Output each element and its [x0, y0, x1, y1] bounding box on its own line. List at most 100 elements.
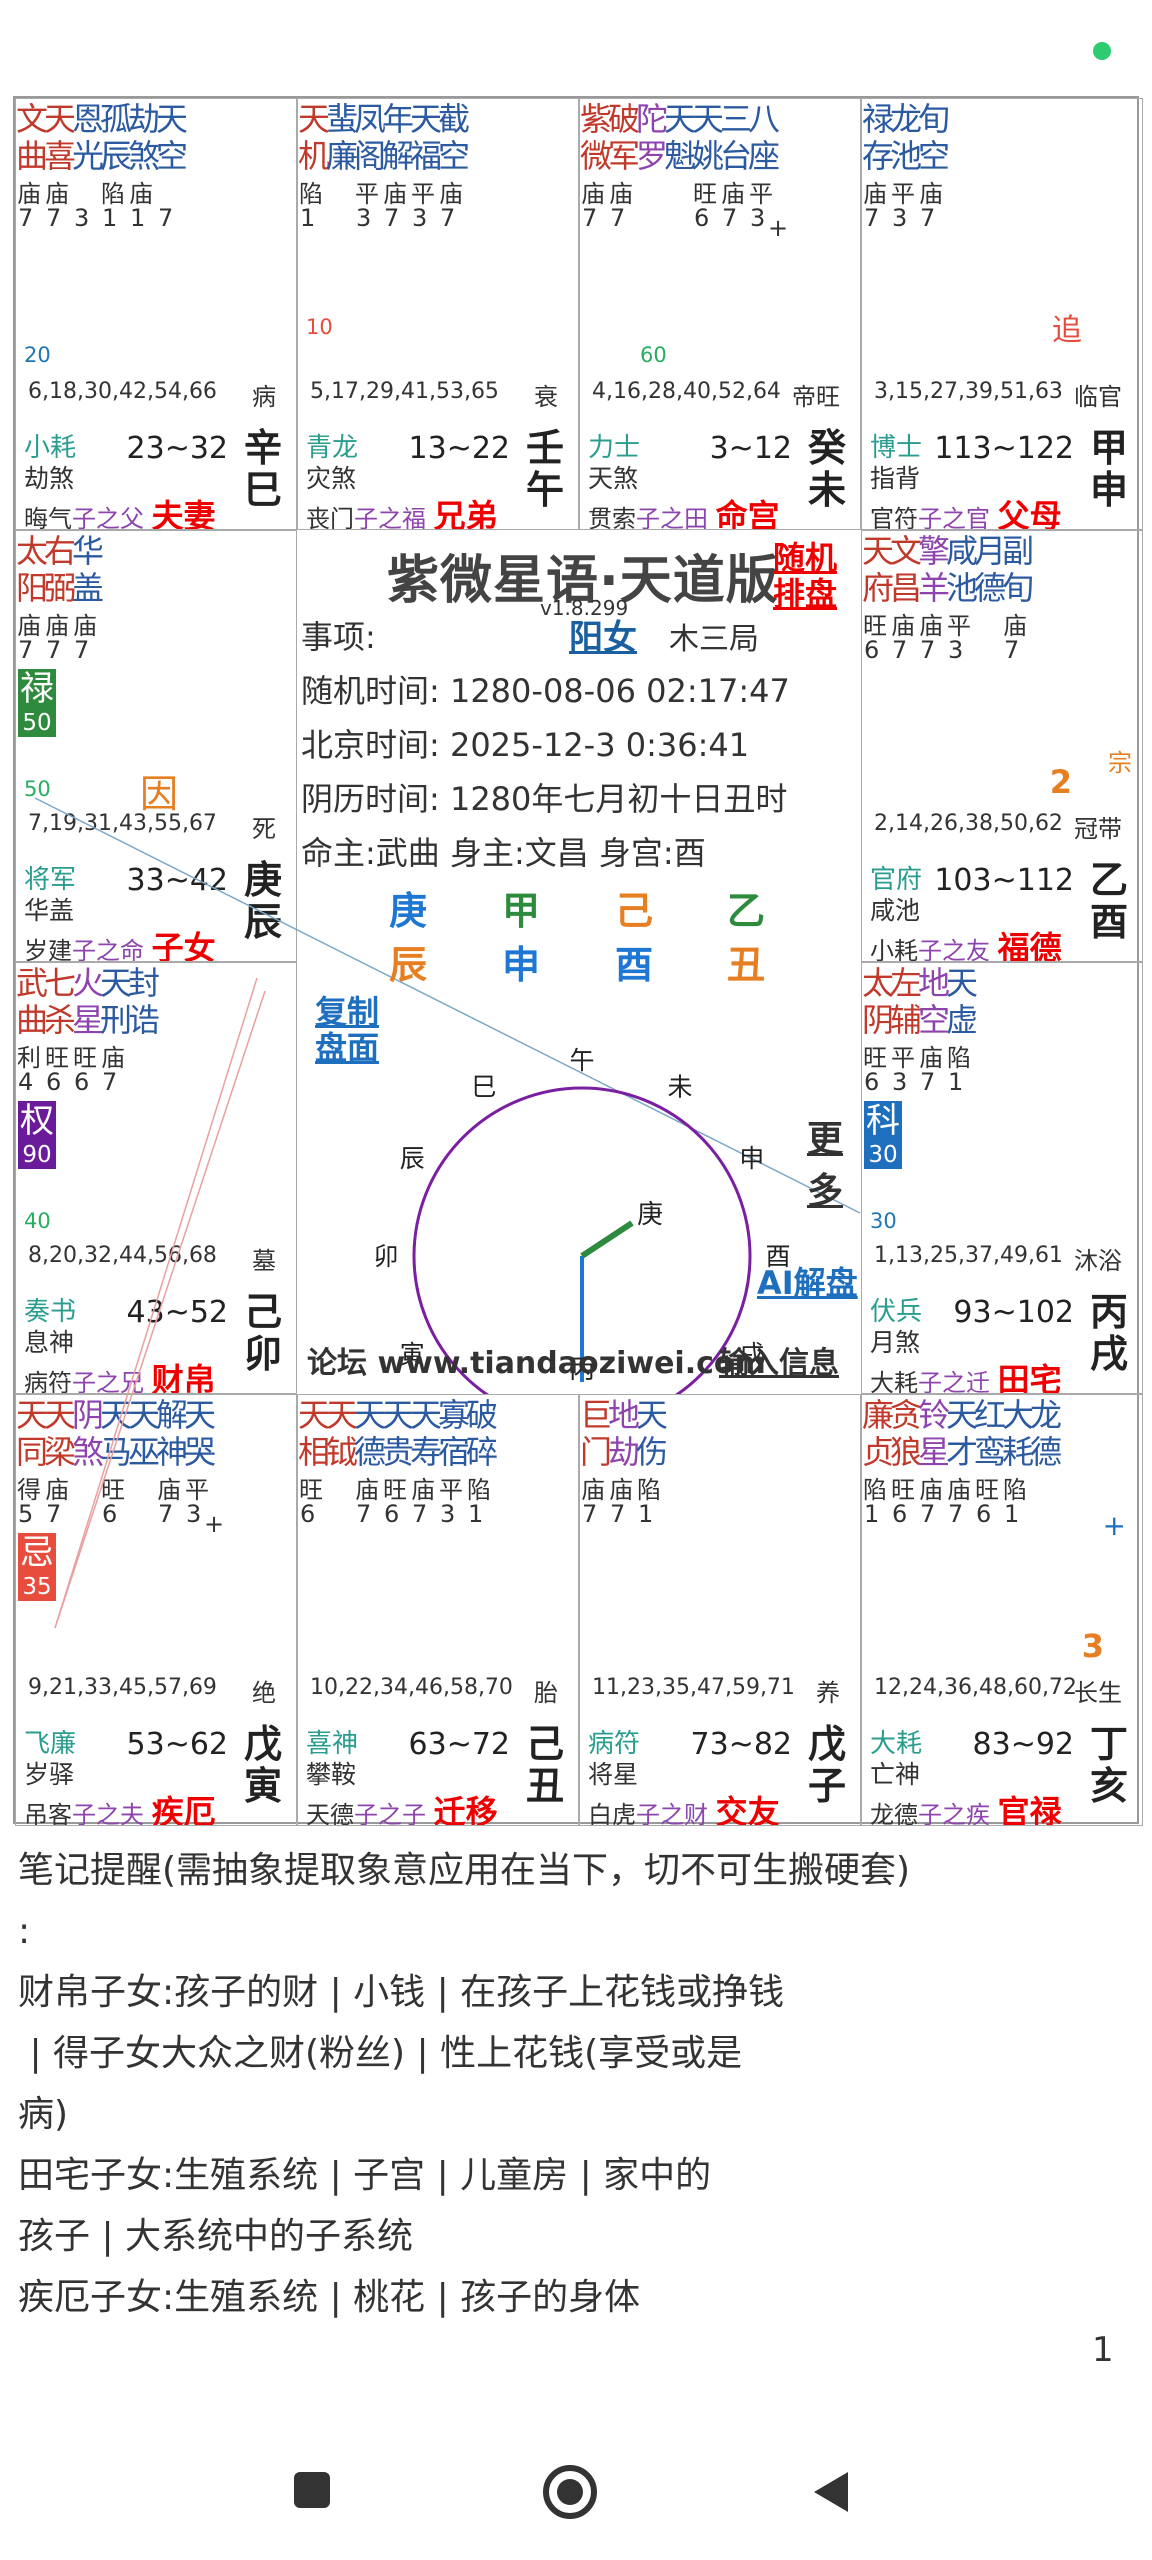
plus-mark: +	[768, 214, 789, 242]
plus-mark: +	[1102, 1509, 1126, 1542]
palace-cell[interactable]: 天府旺 6 文昌庙 7 擎羊庙 7 咸池平 3 月德副旬庙 7 宗 2 2,14,26,38,50,62…	[861, 530, 1143, 962]
star-name: 孤辰	[100, 100, 133, 175]
sub-star: 月煞	[870, 1328, 921, 1357]
year-list: 10,22,34,46,58,70	[310, 1675, 513, 1700]
stem-branch: 甲申	[1089, 426, 1128, 512]
stem-branch: 己丑	[525, 1722, 564, 1808]
palace-cell[interactable]: 文曲庙 7 天喜庙 7 恩光 3 孤辰陷 1 劫煞庙 1 天空 7 20 6,18,30,42,54,66…	[15, 98, 297, 530]
back-button[interactable]	[810, 2470, 850, 2514]
star-name: 天钺	[326, 1396, 359, 1471]
clock-hand-label: 庚	[637, 1200, 663, 1230]
star-name: 天巫	[128, 1396, 161, 1471]
life-stage: 沐浴	[1074, 1247, 1122, 1275]
star-name: 红鸾	[974, 1396, 1007, 1471]
star-name: 右弼	[44, 532, 77, 607]
life-stage: 养	[816, 1679, 840, 1707]
note-line: :	[18, 1911, 31, 1952]
year-list: 3,15,27,39,51,63	[874, 379, 1063, 404]
star-level: 1	[300, 204, 316, 232]
age-range: 113~122	[934, 431, 1074, 466]
star-name: 劫煞	[128, 100, 161, 175]
palace-info: 官符子之官 父母	[870, 497, 1062, 530]
year-list: 6,18,30,42,54,66	[28, 379, 217, 404]
age-range: 63~72	[408, 1727, 510, 1762]
palace-info: 吊客子之夫 疾厄	[24, 1793, 216, 1826]
star-name: 七杀	[44, 964, 77, 1039]
plus-mark: +	[204, 1510, 225, 1538]
star-level: 1	[1004, 1500, 1020, 1528]
palace-info: 天德子之子 迁移	[306, 1793, 498, 1826]
recents-button[interactable]	[292, 2470, 332, 2510]
star-level: 1	[864, 1500, 880, 1528]
life-stage: 帝旺	[792, 383, 840, 411]
star-level: 1	[948, 1068, 964, 1096]
star-name: 封诰	[128, 964, 161, 1039]
age-marker: 30	[870, 1209, 897, 1233]
star-level: 7	[384, 204, 400, 232]
stem-branch: 丙戌	[1089, 1290, 1128, 1376]
star-name: 龙池	[890, 100, 923, 175]
palace-cell[interactable]: 太阳庙 7 右弼庙 7 华盖庙 7 禄 50 50 因 7,19,31,43,55,67 死将军 33~…	[15, 530, 297, 962]
star-name: 擎羊	[918, 532, 951, 607]
star-name: 武曲	[16, 964, 49, 1039]
star-level: 7	[722, 204, 738, 232]
ai-interpret-button[interactable]: AI解盘	[757, 1258, 858, 1304]
palace-cell[interactable]: 禄存庙 7 龙池平 3 旬空庙 7 追 3,15,27,39,51,63 临官 博士 113~122…	[861, 98, 1143, 530]
star-level: 7	[610, 1500, 626, 1528]
star-level: 6	[300, 1500, 316, 1528]
star-name: 天福	[410, 100, 443, 175]
palace-cell[interactable]: 太阴旺 6 左辅平 3 地空庙 7 天虚陷 1 科 30 30 1,13,25,37,49,61 沐浴伏…	[861, 962, 1143, 1394]
palace-cell[interactable]: 天相旺 6 天钺天德庙 7 天贵旺 6 天寿庙 7 寡宿平 3 破碎陷 1 10,22,34,46,58…	[297, 1394, 579, 1826]
notes-panel: 笔记提醒(需抽象提取象意应用在当下，切不可生搬硬套): 财帛子女:孩子的财 | 小…	[18, 1840, 1128, 2328]
clock-branch-label: 卯	[373, 1242, 398, 1271]
forum-link[interactable]: 论坛 www.tiandaoziwei.com	[307, 1338, 766, 1382]
palace-cell[interactable]: 武曲利 4 七杀旺 6 火星旺 6 天刑庙 7 封诰权 90 40 8,20,32,44,56,68 墓…	[15, 962, 297, 1394]
palace-cell[interactable]: 天同得 5 天梁庙 7 阴煞天马旺 6 天巫解神庙 7 天哭平 3 + 忌 35 9,21,33,45,5…	[15, 1394, 297, 1826]
life-stage: 长生	[1074, 1679, 1122, 1707]
life-stage: 胎	[534, 1679, 558, 1707]
note-line: 笔记提醒(需抽象提取象意应用在当下，切不可生搬硬套)	[18, 1850, 911, 1891]
stem-branch: 戊子	[807, 1722, 846, 1808]
note-line: 疾厄子女:生殖系统 | 桃花 | 孩子的身体	[18, 2277, 641, 2318]
palace-cell[interactable]: 廉贞陷 1 贪狼旺 6 铃星庙 7 天才庙 7 红鸾旺 6 大耗陷 1 龙德 +3 12,24,36,48,…	[861, 1394, 1143, 1826]
sub-star: 岁驿	[24, 1760, 75, 1789]
count-marker: 2	[1049, 763, 1072, 801]
palace-cell[interactable]: 天机陷 1 蜚廉凤阁平 3 年解庙 7 天福平 3 截空庙 7 10 5,17,29,41,53,65…	[297, 98, 579, 530]
star-name: 文曲	[16, 100, 49, 175]
stem-branch: 庚辰	[243, 858, 282, 944]
palace-info: 白虎子之财 交友	[588, 1793, 780, 1826]
sub-star: 华盖	[24, 896, 75, 925]
star-name: 天刑	[100, 964, 133, 1039]
more-button[interactable]: 更多	[807, 1110, 860, 1214]
stem-branch: 辛巳	[243, 426, 282, 512]
star-name: 华盖	[72, 532, 105, 607]
page-number: 1	[1092, 2330, 1114, 2370]
life-stage: 绝	[252, 1679, 276, 1707]
stem-branch: 己卯	[243, 1290, 282, 1376]
palace-cell[interactable]: 紫微庙 7 破军庙 7 陀罗天魁天姚旺 6 三台庙 7 八座平 3 +60 4,16,28,40,52…	[579, 98, 861, 530]
age-marker: 50	[24, 777, 51, 801]
star-level: 5	[18, 1500, 34, 1528]
star-name: 太阳	[16, 532, 49, 607]
star-name: 天马	[100, 1396, 133, 1471]
home-button[interactable]	[542, 2464, 598, 2520]
star-name: 三台	[720, 100, 753, 175]
year-list: 8,20,32,44,56,68	[28, 1243, 217, 1268]
year-list: 9,21,33,45,57,69	[28, 1675, 217, 1700]
star-name: 天同	[16, 1396, 49, 1471]
star-level: 7	[46, 204, 62, 232]
star-level: 7	[440, 204, 456, 232]
palace-info: 岁建子之命 子女	[24, 929, 216, 962]
palace-cell[interactable]: 巨门庙 7 地劫庙 7 天伤陷 1 11,23,35,47,59,71 养病符 73~82 将星白…	[579, 1394, 861, 1826]
star-level: 7	[102, 1068, 118, 1096]
sub-star: 亡神	[870, 1760, 921, 1789]
age-marker: 40	[24, 1209, 51, 1233]
life-stage: 冠带	[1074, 815, 1122, 843]
input-info-button[interactable]: 输入信息	[719, 1338, 839, 1382]
age-range: 43~52	[126, 1295, 228, 1330]
note-line: | 得子女大众之财(粉丝) | 性上花钱(享受或是	[18, 2033, 743, 2074]
star-level: 7	[582, 204, 598, 232]
star-name: 咸池	[946, 532, 979, 607]
star-name: 八座	[748, 100, 781, 175]
stem-branch: 壬午	[525, 426, 564, 512]
